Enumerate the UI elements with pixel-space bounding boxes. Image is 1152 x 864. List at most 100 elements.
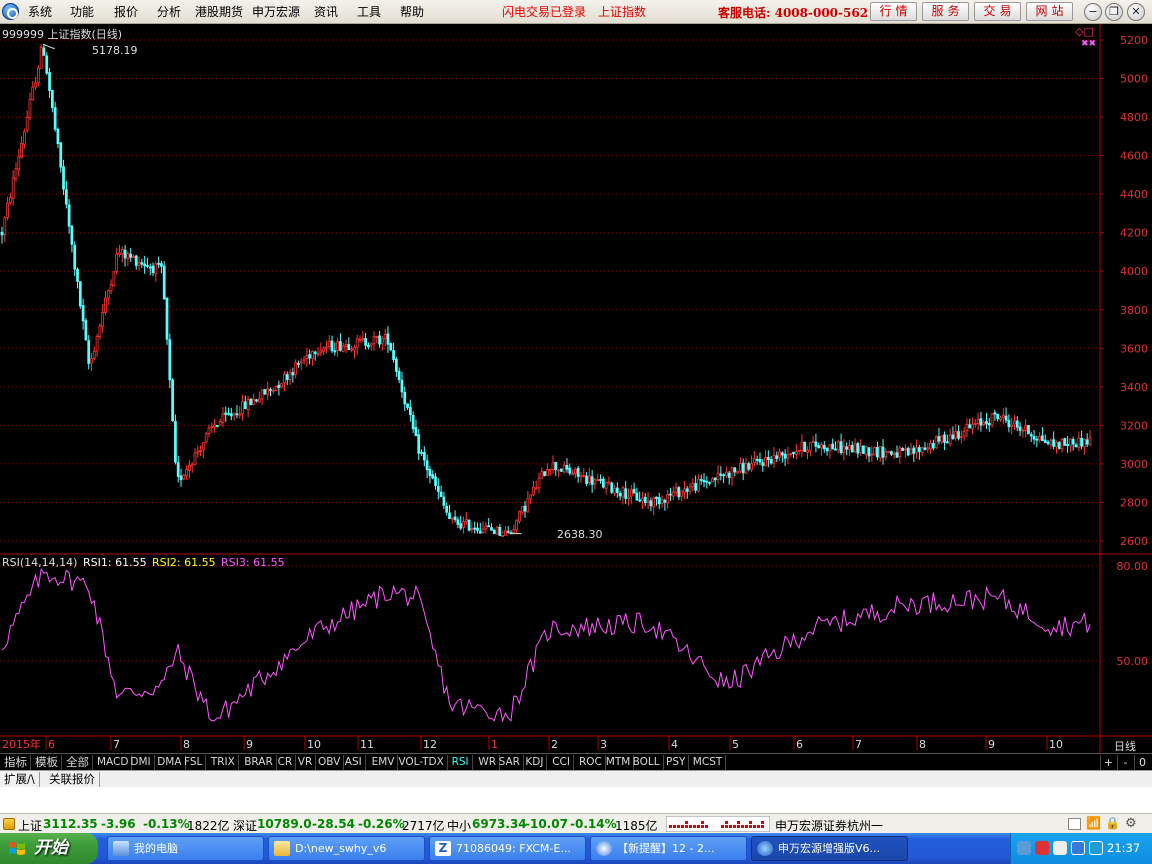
indicator-tab-index[interactable]: 指标 [1, 755, 31, 770]
candle-up [280, 383, 284, 388]
date-label: 8 [919, 738, 926, 751]
candle-up [750, 463, 753, 470]
indicator-tab-psy[interactable]: PSY [663, 755, 690, 770]
candle-up [185, 468, 188, 477]
date-label: 5 [732, 738, 739, 751]
start-label: 开始 [34, 838, 68, 858]
candle-up [28, 99, 32, 118]
candle-down [822, 444, 826, 450]
candle-up [1077, 437, 1081, 449]
indicator-tab-emv[interactable]: EMV [369, 755, 399, 770]
candle-down [803, 441, 807, 452]
ime-icon[interactable] [1053, 841, 1067, 855]
candle-down [179, 475, 183, 481]
indicator-tab-vol-tdx[interactable]: VOL-TDX [395, 755, 448, 770]
candle-up [369, 343, 373, 347]
indicator-tab-sar[interactable]: SAR [496, 755, 524, 770]
window-icon[interactable] [1068, 818, 1081, 830]
candle-down [685, 488, 689, 492]
date-label: 11 [360, 738, 374, 751]
folder-icon [274, 841, 290, 856]
candle-down [792, 451, 795, 454]
candle-up [1088, 437, 1092, 446]
candle-up [193, 452, 197, 465]
rsi3-value-label: RSI3: 61.55 [221, 556, 285, 569]
antivirus-icon[interactable] [1035, 841, 1049, 855]
candle-up [959, 436, 963, 439]
gear-icon[interactable]: ⚙ [1125, 816, 1137, 831]
indicator-tab-fsl[interactable]: FSL [181, 755, 207, 770]
candle-up [1055, 441, 1058, 448]
candle-up [836, 441, 840, 451]
candle-down [364, 338, 367, 346]
candle-up [316, 353, 320, 356]
zx-index-label: 中小 [447, 819, 472, 833]
indicator-tab-cci[interactable]: CCI [549, 755, 574, 770]
chart-area[interactable]: 2600 2800 3000 3200 3400 3600 3800 4000 4200 4400… [0, 0, 1152, 753]
task-reminder[interactable]: 【新提醒】12 - 2... [590, 836, 747, 861]
candle-up [982, 422, 986, 425]
sh-index-change: -3.96 [101, 817, 136, 831]
candle-up [196, 450, 200, 453]
candle-down [53, 107, 57, 130]
task-my-computer[interactable]: 我的电脑 [107, 836, 264, 861]
candle-down [1052, 439, 1056, 447]
extension-tab[interactable]: 扩展/\ [0, 772, 40, 787]
indicator-tab-all[interactable]: 全部 [63, 755, 93, 770]
indicator-tab-trix[interactable]: TRIX [208, 755, 239, 770]
task-folder[interactable]: D:\new_swhy_v6 [268, 836, 425, 861]
candle-up [579, 474, 583, 478]
indicator-tab-roc[interactable]: ROC [576, 755, 606, 770]
low-price-label: 2638.30 [557, 528, 603, 541]
candle-up [691, 483, 695, 488]
alert-icon[interactable] [3, 818, 15, 830]
period-label[interactable]: 日线 [1114, 738, 1136, 754]
indicator-tab-dmi[interactable]: DMI [127, 755, 155, 770]
indicator-tab-kdj[interactable]: KDJ [522, 755, 548, 770]
indicator-tab-mcst[interactable]: MCST [690, 755, 727, 770]
zx-index-value: 6973.34 [472, 817, 527, 831]
task-label: 我的电脑 [134, 842, 178, 855]
candle-down [758, 458, 762, 463]
candle-down [906, 447, 910, 456]
indicator-tab-cr[interactable]: CR [275, 755, 297, 770]
indicator-tab-obv[interactable]: OBV [315, 755, 345, 770]
candle-up [361, 338, 365, 341]
candle-up [95, 336, 99, 352]
indicator-tab-asi[interactable]: ASI [342, 755, 366, 770]
indicator-tab-rsi[interactable]: RSI [449, 755, 473, 770]
zoom-out-button[interactable]: - [1117, 755, 1133, 770]
candle-down [255, 399, 258, 402]
related-quote-tab[interactable]: 关联报价 [45, 772, 100, 787]
sh-index-value: 3112.35 [43, 817, 98, 831]
candle-down [996, 413, 1000, 420]
candle-down [862, 445, 865, 454]
candle-up [990, 413, 994, 426]
date-label: 12 [423, 738, 437, 751]
shield-icon[interactable] [1071, 841, 1085, 855]
candle-down [733, 467, 737, 473]
candle-up [551, 462, 555, 471]
indicator-tab-vr[interactable]: VR [295, 755, 317, 770]
task-fxcm[interactable]: Z 71086049: FXCM-E... [429, 836, 586, 861]
volume-icon[interactable] [1089, 841, 1103, 855]
zoom-in-button[interactable]: + [1100, 755, 1116, 770]
indicator-tab-template[interactable]: 模板 [32, 755, 62, 770]
candle-up [464, 519, 468, 522]
high-price-label: 5178.19 [92, 44, 138, 57]
start-button[interactable]: 开始 [0, 833, 98, 864]
zx-index-amount: 1185亿 [615, 819, 658, 833]
candle-up [1069, 438, 1072, 447]
indicator-tab-brar[interactable]: BRAR [241, 755, 277, 770]
candle-down [330, 340, 334, 352]
indicator-tab-boll[interactable]: BOLL [630, 755, 664, 770]
task-swhy-app[interactable]: 申万宏源增强版V6... [751, 836, 908, 861]
clock: 21:37 [1107, 841, 1141, 855]
candle-up [971, 423, 974, 430]
network-icon[interactable] [1017, 841, 1031, 855]
chart-corner-icons[interactable]: ◇□ [1075, 25, 1094, 38]
candle-down [67, 204, 71, 227]
reset-zoom-button[interactable]: 0 [1134, 755, 1150, 770]
sz-index-change: -28.54 [312, 817, 355, 831]
candle-down [1004, 415, 1008, 421]
